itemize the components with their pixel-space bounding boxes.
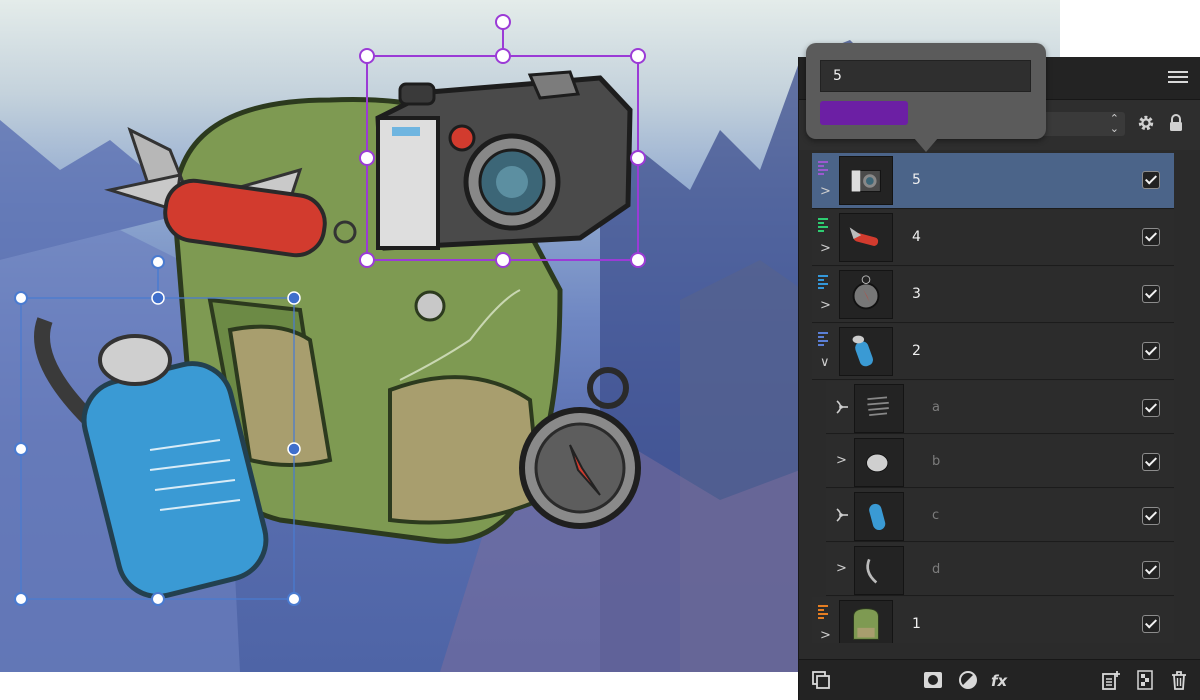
layer-row[interactable]: >3 [812, 267, 1174, 323]
chevron-right-icon[interactable]: > [820, 242, 831, 255]
chevron-right-icon[interactable]: > [836, 454, 847, 467]
layer-tag-color-icon[interactable] [818, 161, 828, 175]
layer-tag-color-icon[interactable] [818, 332, 828, 346]
visibility-checkbox[interactable] [1142, 615, 1160, 633]
gear-icon[interactable] [1137, 114, 1155, 132]
fx-icon[interactable]: fx [990, 670, 1012, 690]
layers-panel: ⌃ ⌄ >5 >4 >3 ∨ 2 a > b c > d >1 fx [798, 57, 1200, 700]
layer-name-label: 1 [912, 616, 921, 632]
layer-thumbnail [854, 492, 904, 541]
layer-thumbnail [854, 546, 904, 595]
layer-name-label: d [932, 562, 941, 577]
layer-thumbnail [839, 156, 893, 205]
layer-name-label: 4 [912, 229, 921, 245]
layer-name-label: b [932, 454, 941, 469]
sublayer-row[interactable]: > d [826, 543, 1174, 596]
layer-row[interactable]: ∨ 2 [812, 324, 1174, 380]
layer-tag-color-icon[interactable] [818, 605, 828, 619]
chevron-right-icon[interactable]: > [820, 185, 831, 198]
trash-icon[interactable] [1169, 670, 1189, 690]
camera-art [375, 70, 633, 251]
chevron-right-icon[interactable]: > [836, 562, 847, 575]
layer-name-label: 2 [912, 343, 921, 359]
add-layer-icon[interactable] [1101, 670, 1121, 690]
layer-thumbnail [839, 600, 893, 643]
vector-node-icon[interactable] [834, 507, 850, 523]
layer-thumbnail [839, 270, 893, 319]
visibility-checkbox[interactable] [1142, 561, 1160, 579]
sublayer-row[interactable]: a [826, 381, 1174, 434]
visibility-checkbox[interactable] [1142, 453, 1160, 471]
layer-color-swatch[interactable] [820, 101, 908, 125]
sublayer-row[interactable]: c [826, 489, 1174, 542]
layer-name-label: 5 [912, 172, 921, 188]
layer-tag-color-icon[interactable] [818, 218, 828, 232]
adjustment-icon[interactable] [958, 670, 978, 690]
layer-tag-color-icon[interactable] [818, 275, 828, 289]
panel-footer: fx [799, 659, 1200, 700]
visibility-checkbox[interactable] [1142, 228, 1160, 246]
layer-row[interactable]: >1 [812, 597, 1174, 643]
visibility-checkbox[interactable] [1142, 171, 1160, 189]
layer-thumbnail [839, 327, 893, 376]
blend-mode-select[interactable]: ⌃ ⌄ [1041, 112, 1125, 136]
layer-name-label: c [932, 508, 940, 523]
layer-thumbnail [854, 438, 904, 487]
visibility-checkbox[interactable] [1142, 342, 1160, 360]
hamburger-menu-icon[interactable] [1168, 68, 1188, 88]
vector-node-icon[interactable] [834, 399, 850, 415]
layer-list: >5 >4 >3 ∨ 2 a > b c > d >1 [812, 153, 1175, 643]
layer-thumbnail [854, 384, 904, 433]
checkerboard-icon[interactable] [1135, 670, 1155, 690]
chevron-right-icon[interactable]: > [820, 629, 831, 642]
mask-icon[interactable] [923, 670, 943, 690]
layer-name-label: a [932, 400, 940, 415]
visibility-checkbox[interactable] [1142, 399, 1160, 417]
stepper-icon: ⌃ ⌄ [1109, 112, 1119, 135]
visibility-checkbox[interactable] [1142, 507, 1160, 525]
visibility-checkbox[interactable] [1142, 285, 1160, 303]
layer-row[interactable]: >4 [812, 210, 1174, 266]
chevron-right-icon[interactable]: > [820, 299, 831, 312]
layer-rename-popup: 5 [806, 43, 1046, 152]
layer-name-label: 3 [912, 286, 921, 302]
sublayer-row[interactable]: > b [826, 435, 1174, 488]
svg-text:fx: fx [991, 672, 1009, 690]
lock-icon[interactable] [1169, 114, 1183, 132]
layer-thumbnail [839, 213, 893, 262]
arrange-layers-icon[interactable] [811, 670, 831, 690]
layer-row[interactable]: >5 [812, 153, 1174, 209]
layer-name-input[interactable]: 5 [820, 60, 1031, 92]
chevron-down-icon[interactable]: ∨ [820, 356, 830, 369]
